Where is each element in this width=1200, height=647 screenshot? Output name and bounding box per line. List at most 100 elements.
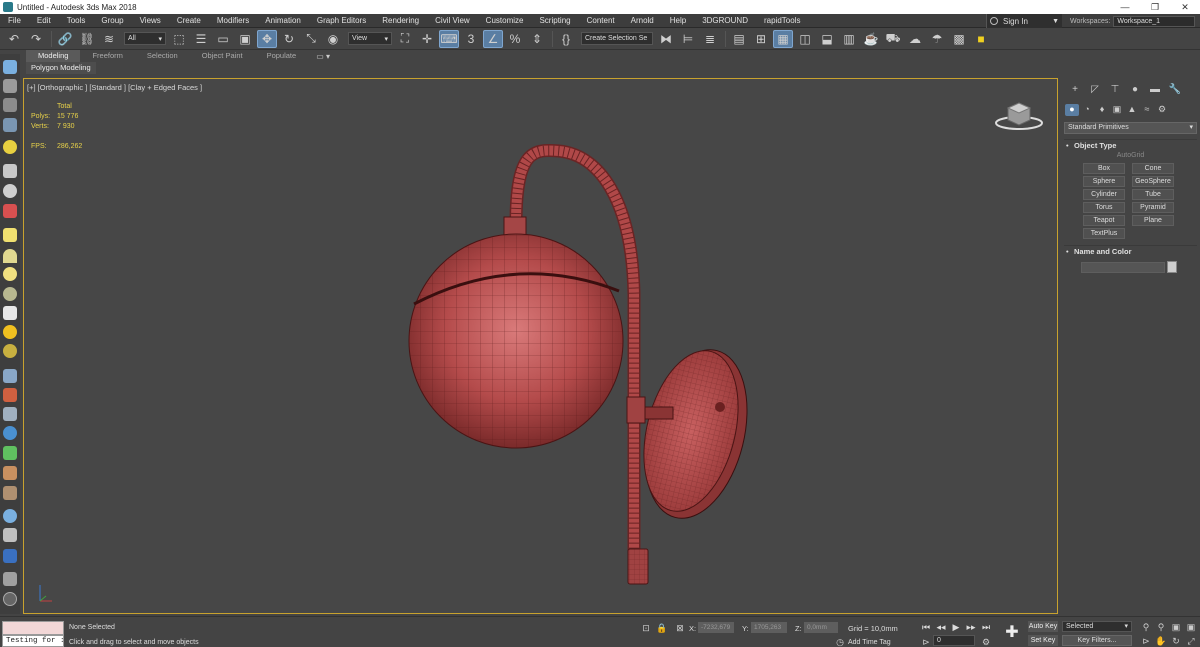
- polygon-modeling-panel[interactable]: Polygon Modeling: [26, 62, 96, 74]
- plane-button[interactable]: Plane: [1132, 215, 1174, 226]
- plugin-icon[interactable]: ■: [971, 30, 991, 48]
- cylinder-button[interactable]: Cylinder: [1083, 189, 1125, 200]
- object-color-swatch[interactable]: [1167, 261, 1177, 273]
- field-of-view-icon[interactable]: ⊳: [1140, 635, 1152, 647]
- render-iterative-icon[interactable]: ⛟: [883, 30, 903, 48]
- lights-icon[interactable]: ♦: [1095, 104, 1109, 116]
- bind-space-warp-icon[interactable]: ≋: [99, 30, 119, 48]
- create-tab-icon[interactable]: +: [1065, 84, 1085, 98]
- plugin-blue-icon[interactable]: [3, 549, 17, 563]
- menu-group[interactable]: Group: [93, 16, 131, 25]
- align-icon[interactable]: ⊨: [678, 30, 698, 48]
- menu-rendering[interactable]: Rendering: [374, 16, 427, 25]
- plant-icon[interactable]: [3, 446, 17, 460]
- maximize-button[interactable]: ❐: [1140, 2, 1170, 13]
- menu-tools[interactable]: Tools: [59, 16, 94, 25]
- edit-named-selection-icon[interactable]: {}: [556, 30, 576, 48]
- cone-icon[interactable]: [3, 306, 17, 320]
- angle-snap-icon[interactable]: ∠: [483, 29, 503, 48]
- link-icon[interactable]: 🔗: [55, 30, 75, 48]
- render-icon[interactable]: ☕: [861, 30, 881, 48]
- go-to-end-icon[interactable]: ⏭: [980, 621, 992, 633]
- files-icon[interactable]: [3, 572, 17, 586]
- close-button[interactable]: ✕: [1170, 2, 1200, 13]
- scene-explorer-icon[interactable]: [3, 60, 17, 74]
- object-type-rollout[interactable]: • Object Type: [1064, 139, 1197, 151]
- material-sphere-icon[interactable]: [3, 509, 17, 523]
- spacewarp-icon[interactable]: [3, 204, 17, 218]
- menu-graph-editors[interactable]: Graph Editors: [309, 16, 374, 25]
- camera-icon[interactable]: [3, 164, 17, 178]
- maxscript-listener-input[interactable]: [2, 621, 64, 635]
- redo-icon[interactable]: ↷: [26, 30, 46, 48]
- menu-file[interactable]: File: [0, 16, 29, 25]
- key-mode-icon[interactable]: ⊳: [920, 636, 932, 647]
- move-icon[interactable]: ✥: [257, 29, 277, 48]
- dome-icon[interactable]: [3, 249, 17, 263]
- pan-icon[interactable]: ✋: [1155, 635, 1167, 647]
- object-name-field[interactable]: [1081, 262, 1165, 273]
- list-icon[interactable]: [3, 98, 17, 112]
- cone-button[interactable]: Cone: [1132, 163, 1174, 174]
- viewport-perspective[interactable]: [+] [Orthographic ] [Standard ] [Clay + …: [23, 78, 1058, 614]
- helpers-icon[interactable]: ▲: [1125, 104, 1139, 116]
- auto-key-button[interactable]: Auto Key: [1028, 621, 1058, 632]
- torus-icon[interactable]: [3, 287, 17, 301]
- spinner-snap-icon[interactable]: ⇕: [527, 30, 547, 48]
- menu-arnold[interactable]: Arnold: [623, 16, 662, 25]
- mirror-icon[interactable]: ⧓: [656, 30, 676, 48]
- torus-button[interactable]: Torus: [1083, 202, 1125, 213]
- schematic-view-icon[interactable]: ▦: [773, 29, 793, 48]
- teapot-button[interactable]: Teapot: [1083, 215, 1125, 226]
- zoom-extents-icon[interactable]: ▣: [1170, 621, 1182, 633]
- globe-icon[interactable]: [3, 426, 17, 440]
- geometry-icon[interactable]: ●: [1065, 104, 1079, 116]
- set-key-button[interactable]: Set Key: [1028, 635, 1058, 646]
- set-key-icon[interactable]: ✚: [1004, 625, 1020, 641]
- viewcube[interactable]: [994, 98, 1044, 132]
- texture-icon[interactable]: [3, 486, 17, 500]
- brush-icon[interactable]: [3, 388, 17, 402]
- geosphere-button[interactable]: GeoSphere: [1132, 176, 1174, 187]
- select-object-icon[interactable]: ⬚: [169, 30, 189, 48]
- rect-selection-icon[interactable]: ▭: [213, 30, 233, 48]
- menu-modifiers[interactable]: Modifiers: [209, 16, 257, 25]
- display-tab-icon[interactable]: ▬: [1145, 84, 1165, 98]
- curve-editor-icon[interactable]: ⊞: [751, 30, 771, 48]
- add-time-tag[interactable]: Add Time Tag: [848, 639, 891, 646]
- tube-button[interactable]: Tube: [1132, 189, 1174, 200]
- layer-icon[interactable]: [3, 79, 17, 93]
- layer-explorer-icon[interactable]: ≣: [700, 30, 720, 48]
- primitive-type-dropdown[interactable]: Standard Primitives ▾: [1064, 122, 1197, 134]
- hierarchy-tab-icon[interactable]: ⊤: [1105, 84, 1125, 98]
- previous-frame-icon[interactable]: ◂◂: [935, 621, 947, 633]
- sphere-icon[interactable]: [3, 267, 17, 281]
- orbit-icon[interactable]: ↻: [1170, 635, 1182, 647]
- unlink-icon[interactable]: ⛓: [77, 30, 97, 48]
- percent-snap-icon[interactable]: %: [505, 30, 525, 48]
- menu-3dground[interactable]: 3DGROUND: [694, 16, 756, 25]
- box-primitive-icon[interactable]: [3, 228, 17, 242]
- scene-explorer-icon[interactable]: ▤: [729, 30, 749, 48]
- menu-rapidtools[interactable]: rapidTools: [756, 16, 808, 25]
- light-icon[interactable]: [3, 140, 17, 154]
- manipulate-icon[interactable]: ✛: [417, 30, 437, 48]
- workspace-select[interactable]: Workspace_1: [1113, 15, 1196, 27]
- rendered-frame-icon[interactable]: ▥: [839, 30, 859, 48]
- shapes-icon[interactable]: ◔: [1080, 104, 1094, 116]
- a360-gallery-icon[interactable]: ▩: [949, 30, 969, 48]
- zoom-all-icon[interactable]: ⚲: [1155, 621, 1167, 633]
- keyboard-shortcut-icon[interactable]: ⌨: [439, 29, 459, 48]
- zoom-icon[interactable]: ⚲: [1140, 621, 1152, 633]
- menu-views[interactable]: Views: [132, 16, 169, 25]
- reference-coord-dropdown[interactable]: View ▾: [348, 32, 392, 45]
- place-icon[interactable]: ◉: [323, 30, 343, 48]
- cameras-icon[interactable]: ▣: [1110, 104, 1124, 116]
- maxscript-listener-output[interactable]: Testing for :: [2, 635, 64, 647]
- autogrid-checkbox[interactable]: AutoGrid: [1061, 152, 1200, 159]
- sun-icon[interactable]: [3, 325, 17, 339]
- window-crossing-icon[interactable]: ▣: [235, 30, 255, 48]
- pivot-icon[interactable]: ⛶: [395, 30, 415, 48]
- tab-object-paint[interactable]: Object Paint: [190, 50, 255, 62]
- motion-tab-icon[interactable]: ●: [1125, 84, 1145, 98]
